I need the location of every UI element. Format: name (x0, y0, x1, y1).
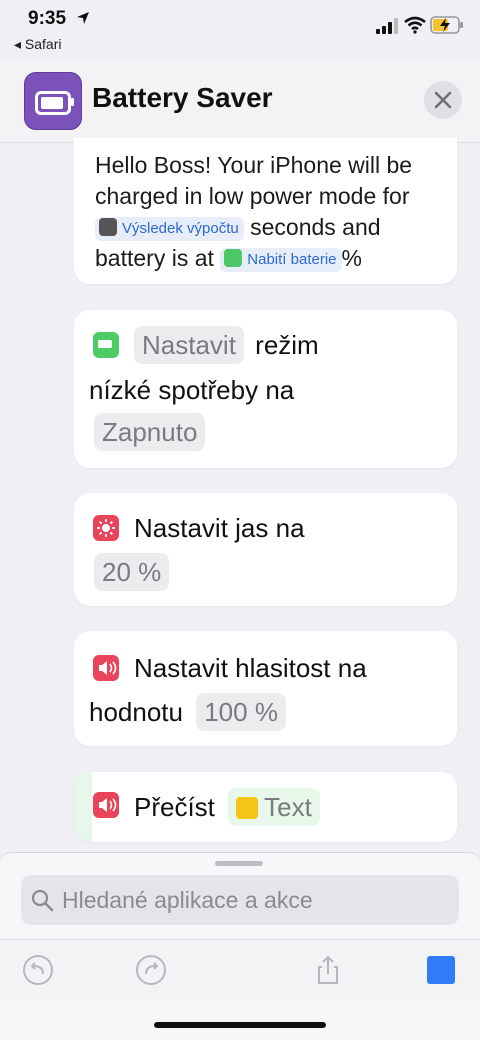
status-time: 9:35 (28, 8, 67, 29)
battery-charging-icon (430, 16, 463, 34)
share-icon[interactable] (312, 954, 344, 986)
battery-level-variable[interactable]: Nabití baterie (220, 248, 342, 272)
close-button[interactable] (424, 81, 462, 119)
action-text: Přečíst (134, 792, 215, 822)
location-arrow-icon (77, 12, 89, 24)
notification-text-card[interactable]: Hello Boss! Your iPhone will be charged … (74, 138, 457, 284)
speaker-icon (93, 792, 119, 818)
action-text: Nastavit jas na (134, 513, 305, 543)
search-placeholder: Hledané aplikace a akce (62, 887, 313, 913)
run-stop-button[interactable] (427, 956, 455, 984)
notification-message: Hello Boss! Your iPhone will be charged … (95, 152, 413, 272)
speaker-icon (93, 655, 119, 681)
shortcut-title[interactable]: Battery Saver (92, 82, 273, 114)
calculation-result-variable[interactable]: Výsledek výpočtu (95, 217, 244, 241)
back-to-safari-link[interactable]: ◂ Safari (14, 36, 62, 53)
text-variable-pill[interactable]: Text (228, 788, 320, 826)
battery-icon (93, 332, 119, 358)
action-text: Nastavit hlasitost na (134, 653, 367, 683)
shortcut-header: Battery Saver (0, 60, 480, 143)
brightness-value-pill[interactable]: 20 % (94, 553, 170, 591)
state-pill[interactable]: Zapnuto (94, 413, 206, 451)
close-icon (434, 91, 452, 109)
wifi-icon (404, 16, 426, 34)
action-text: nízké spotřeby na (89, 375, 295, 405)
sun-icon (93, 515, 119, 541)
note-icon (236, 797, 259, 819)
speak-text-action[interactable]: Přečíst Text (74, 772, 457, 842)
set-operation-pill[interactable]: Nastavit (134, 326, 244, 364)
set-brightness-action[interactable]: Nastavit jas na 20 % (74, 493, 457, 606)
battery-icon (224, 249, 243, 267)
editor-toolbar (0, 939, 480, 1000)
low-power-mode-action[interactable]: Nastavit režim nízké spotřeby na Zapnuto (74, 310, 457, 468)
sheet-grabber[interactable] (215, 861, 263, 866)
action-text: režim (255, 330, 319, 360)
undo-icon[interactable] (22, 954, 54, 986)
search-field[interactable]: Hledané aplikace a akce (21, 875, 459, 925)
volume-value-pill[interactable]: 100 % (196, 693, 286, 731)
search-icon (31, 889, 54, 912)
battery-shortcut-icon[interactable] (24, 72, 82, 130)
set-volume-action[interactable]: Nastavit hlasitost na hodnotu 100 % (74, 631, 457, 746)
home-indicator (154, 1022, 326, 1028)
redo-icon[interactable] (135, 954, 167, 986)
cellular-signal-icon (376, 18, 398, 34)
status-bar: 9:35 ◂ Safari (0, 0, 480, 60)
calculator-icon (99, 218, 117, 236)
action-search-sheet: Hledané aplikace a akce (0, 852, 480, 1040)
action-text: hodnotu (89, 697, 183, 727)
